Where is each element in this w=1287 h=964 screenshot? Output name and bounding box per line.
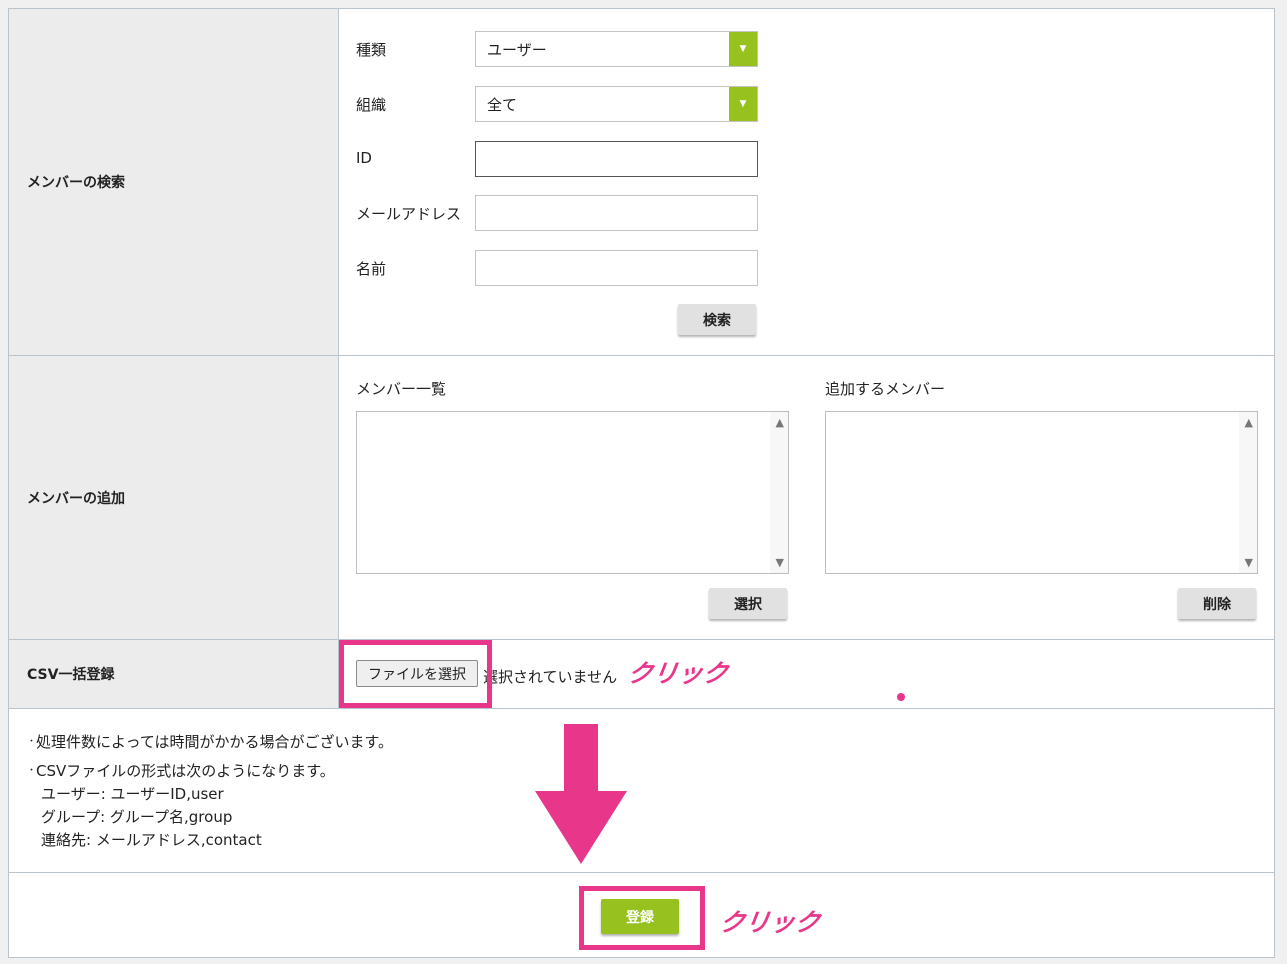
annotation-dot bbox=[897, 693, 905, 701]
name-input[interactable] bbox=[475, 250, 758, 286]
highlight-box bbox=[339, 640, 492, 708]
member-add-label: メンバーの追加 bbox=[9, 356, 339, 639]
csv-section: CSV一括登録 ファイルを選択 選択されていません クリック bbox=[9, 640, 1274, 709]
org-select-value: 全て bbox=[487, 95, 518, 114]
arrow-down-icon bbox=[535, 724, 627, 864]
name-label: 名前 bbox=[356, 260, 387, 278]
add-list-label: 追加するメンバー bbox=[825, 380, 946, 398]
member-search-label: メンバーの検索 bbox=[9, 9, 339, 355]
chevron-down-icon: ▼ bbox=[729, 32, 757, 66]
click-annotation: クリック bbox=[625, 659, 730, 688]
notes-section: ・処理件数によっては時間がかかる場合がございます。 ・CSVファイルの形式は次の… bbox=[9, 709, 1274, 873]
scroll-down-icon[interactable]: ▼ bbox=[776, 556, 784, 569]
select-button[interactable]: 選択 bbox=[709, 588, 787, 619]
file-status: 選択されていません bbox=[483, 668, 618, 686]
type-select-value: ユーザー bbox=[487, 40, 547, 59]
chevron-down-icon: ▼ bbox=[729, 87, 757, 121]
member-search-section: メンバーの検索 種類 ユーザー ▼ 組織 全て ▼ ID メールアドレス 名前 … bbox=[9, 9, 1274, 356]
note-format-user: ユーザー: ユーザーID,user bbox=[41, 785, 224, 803]
delete-button[interactable]: 削除 bbox=[1178, 588, 1256, 619]
members-listbox-scrollbar[interactable]: ▲ ▼ bbox=[770, 412, 788, 573]
csv-label: CSV一括登録 bbox=[9, 640, 339, 708]
search-button[interactable]: 検索 bbox=[678, 304, 756, 335]
scroll-down-icon[interactable]: ▼ bbox=[1245, 556, 1253, 569]
register-button[interactable]: 登録 bbox=[601, 899, 679, 934]
members-listbox[interactable]: ▲ ▼ bbox=[356, 411, 789, 574]
note-item: ・処理件数によっては時間がかかる場合がございます。 bbox=[27, 733, 394, 751]
note-format-group: グループ: グループ名,group bbox=[41, 808, 233, 826]
footer-section: 登録 クリック bbox=[9, 873, 1274, 959]
note-format-contact: 連絡先: メールアドレス,contact bbox=[41, 831, 262, 849]
id-label: ID bbox=[356, 149, 372, 167]
add-listbox-scrollbar[interactable]: ▲ ▼ bbox=[1239, 412, 1257, 573]
members-list-label: メンバー一覧 bbox=[356, 380, 447, 398]
member-form: メンバーの検索 種類 ユーザー ▼ 組織 全て ▼ ID メールアドレス 名前 … bbox=[8, 8, 1275, 958]
add-members-listbox[interactable]: ▲ ▼ bbox=[825, 411, 1258, 574]
note-item: ・CSVファイルの形式は次のようになります。 bbox=[27, 762, 335, 780]
id-input[interactable] bbox=[475, 141, 758, 177]
type-label: 種類 bbox=[356, 41, 387, 59]
email-label: メールアドレス bbox=[356, 205, 462, 223]
notes-text: ・処理件数によっては時間がかかる場合がございます。 ・CSVファイルの形式は次の… bbox=[27, 731, 393, 852]
click-annotation: クリック bbox=[717, 908, 822, 937]
type-select[interactable]: ユーザー ▼ bbox=[475, 31, 758, 67]
org-select[interactable]: 全て ▼ bbox=[475, 86, 758, 122]
org-label: 組織 bbox=[356, 96, 387, 114]
scroll-up-icon[interactable]: ▲ bbox=[776, 416, 784, 429]
scroll-up-icon[interactable]: ▲ bbox=[1245, 416, 1253, 429]
member-add-section: メンバーの追加 メンバー一覧 ▲ ▼ 追加するメンバー ▲ ▼ 選択 削除 bbox=[9, 356, 1274, 640]
email-input[interactable] bbox=[475, 195, 758, 231]
